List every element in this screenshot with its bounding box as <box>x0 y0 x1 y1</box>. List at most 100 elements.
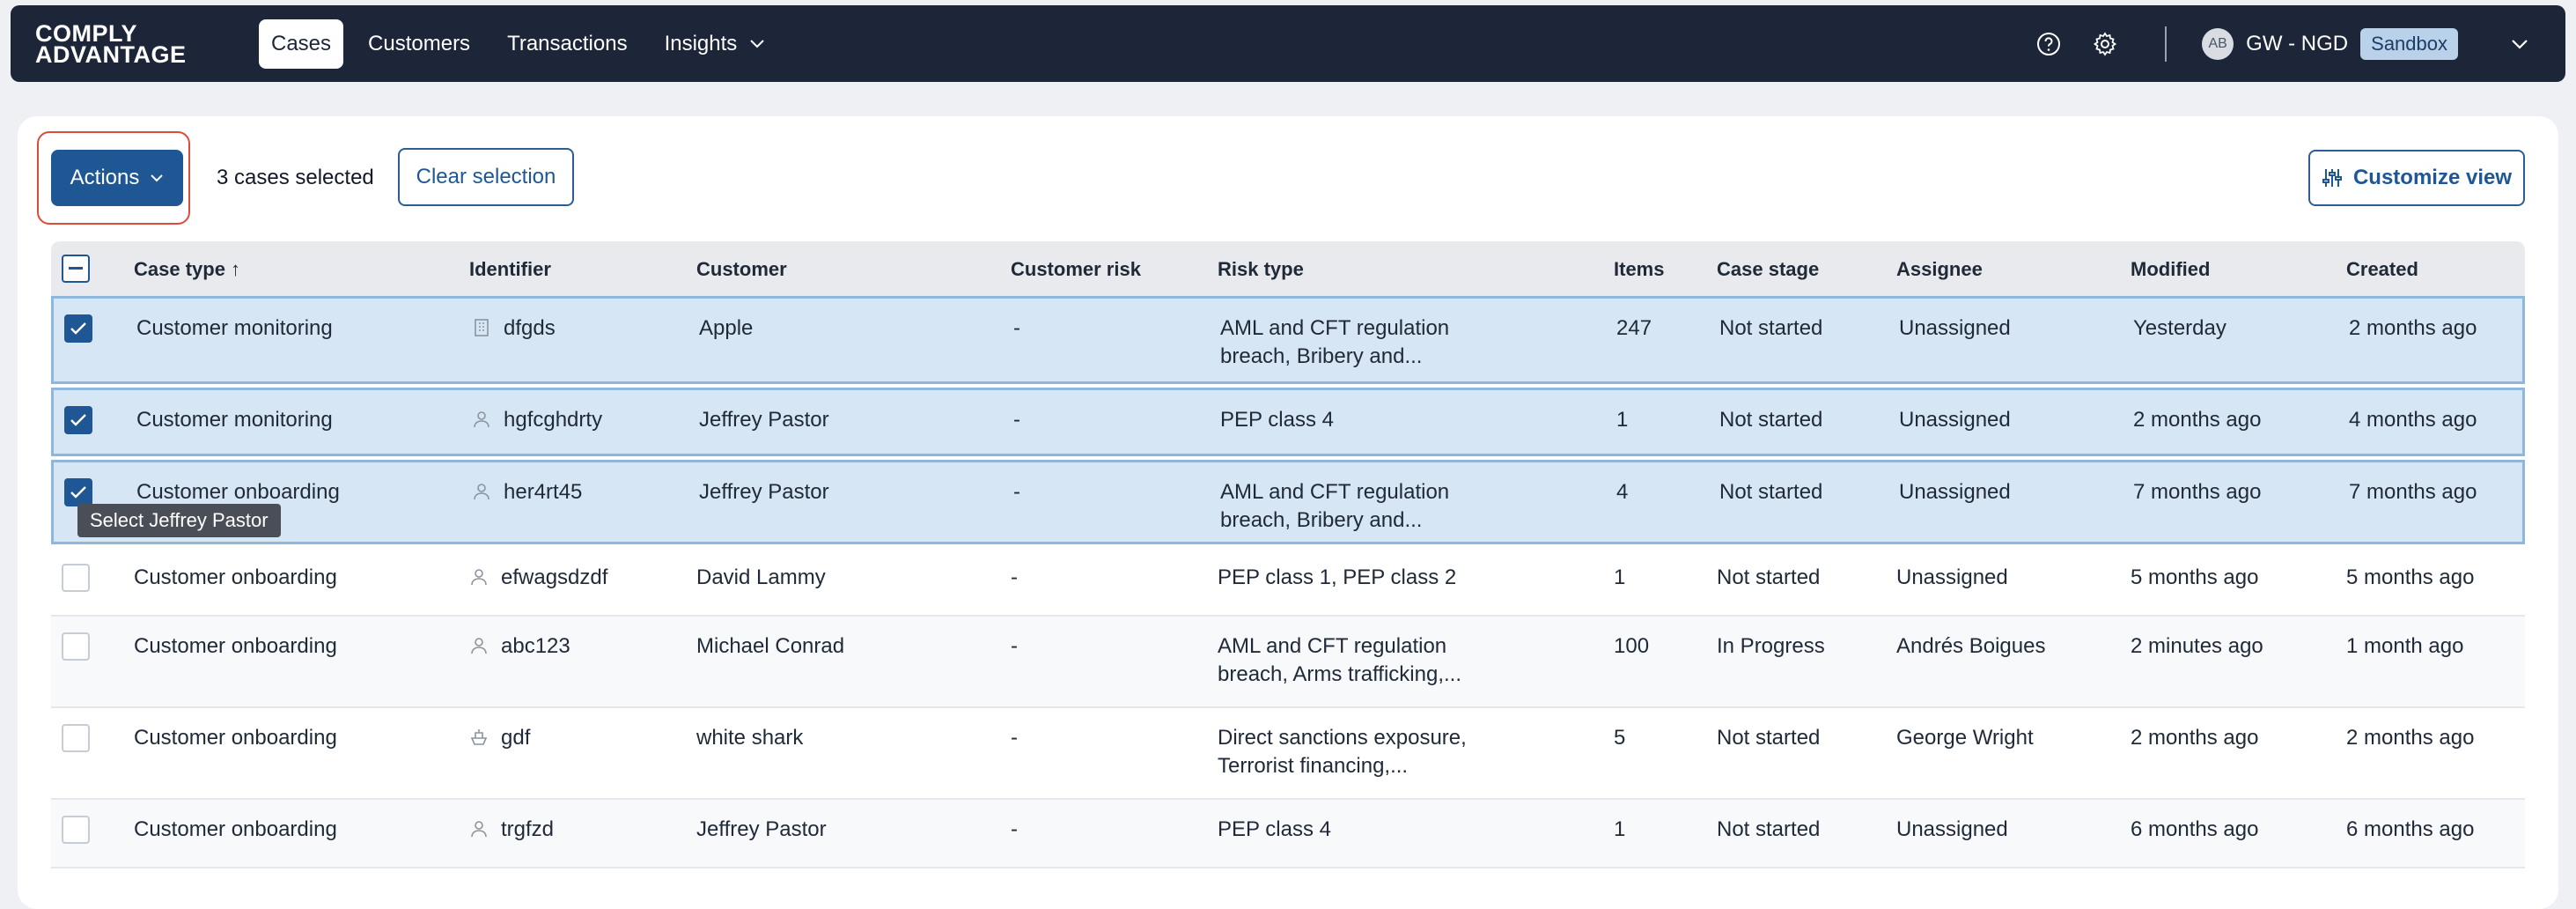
org-name[interactable]: GW - NGD <box>2246 32 2348 56</box>
cell-text: 100 <box>1614 634 1650 658</box>
logo[interactable]: COMPLY ADVANTAGE <box>35 19 229 68</box>
column-header-items[interactable]: Items <box>1614 258 1664 281</box>
cell-risk-type: PEP class 4 <box>1218 816 1473 844</box>
cell-risk: - <box>1011 724 1018 752</box>
table-row[interactable]: Customer monitoring dfgds Apple - AML and CF… <box>51 296 2525 384</box>
table-row[interactable]: Customer onboarding efwagsdzdf David Lammy… <box>51 548 2525 617</box>
column-header-case-type[interactable]: Case type ↑ <box>134 258 240 281</box>
cell-created: 6 months ago <box>2346 816 2474 844</box>
cell-identifier[interactable]: efwagsdzdf <box>469 564 607 592</box>
cell-identifier[interactable]: gdf <box>469 724 530 752</box>
column-header-identifier[interactable]: Identifier <box>469 258 551 281</box>
table-body: Customer monitoring dfgds Apple - AML and CF… <box>51 296 2525 868</box>
row-checkbox[interactable] <box>64 406 92 434</box>
cell-text: 5 months ago <box>2131 565 2259 589</box>
cell-modified: 5 months ago <box>2131 564 2258 592</box>
logo-line-1: COMPLY <box>35 19 138 47</box>
nav-divider <box>2165 26 2168 62</box>
cell-text: 6 months ago <box>2131 817 2259 841</box>
table-row[interactable]: Customer onboarding abc123 Michael Conrad -… <box>51 617 2525 708</box>
cell-risk: - <box>1011 564 1018 592</box>
cell-customer[interactable]: Apple <box>699 314 753 343</box>
cell-text: hgfcghdrty <box>504 408 603 432</box>
cell-risk-type: AML and CFT regulation breach, Bribery a… <box>1220 314 1476 371</box>
cell-identifier[interactable]: hgfcghdrty <box>472 406 602 434</box>
clear-selection-button[interactable]: Clear selection <box>398 148 574 206</box>
cell-text: Not started <box>1719 480 1823 504</box>
cell-text: abc123 <box>501 634 570 658</box>
cell-text: 1 <box>1616 408 1629 432</box>
column-header-created[interactable]: Created <box>2346 258 2418 281</box>
row-checkbox[interactable] <box>64 478 92 506</box>
select-all-checkbox[interactable] <box>62 255 90 283</box>
actions-button-label: Actions <box>70 166 140 189</box>
cell-case-type: Customer onboarding <box>134 632 337 661</box>
nav-tab-insights[interactable]: Insights <box>652 19 778 69</box>
checkmark-icon <box>70 414 86 426</box>
avatar[interactable]: AB <box>2202 27 2234 60</box>
selected-count: 3 cases selected <box>217 166 374 189</box>
gear-icon[interactable] <box>2084 23 2126 65</box>
nav-tab-cases[interactable]: Cases <box>259 18 344 69</box>
nav-tab-customers[interactable]: Customers <box>356 19 482 69</box>
cell-text: 7 months ago <box>2133 480 2262 504</box>
row-checkbox[interactable] <box>62 632 90 661</box>
column-header-case-stage[interactable]: Case stage <box>1717 258 1819 281</box>
cell-case-type: Customer onboarding <box>134 564 337 592</box>
account-menu-chevron-down-icon[interactable] <box>2499 23 2541 65</box>
logo-line-2: ADVANTAGE <box>35 41 187 68</box>
table-row[interactable]: Customer monitoring hgfcghdrty Jeffrey Pas… <box>51 388 2525 456</box>
column-header-assignee[interactable]: Assignee <box>1896 258 1983 281</box>
row-checkbox[interactable] <box>62 724 90 752</box>
cell-items: 1 <box>1616 406 1628 434</box>
row-checkbox[interactable] <box>64 314 92 343</box>
person-icon <box>469 635 489 654</box>
customize-view-button[interactable]: Customize view <box>2308 150 2525 206</box>
table-row[interactable]: Customer onboarding her4rt45 Jeffrey Pasto… <box>51 460 2525 544</box>
cell-text: Customer onboarding <box>134 726 337 750</box>
row-checkbox[interactable] <box>62 564 90 592</box>
column-header-modified[interactable]: Modified <box>2131 258 2210 281</box>
cell-identifier[interactable]: dfgds <box>472 314 556 343</box>
cell-case-type: Customer monitoring <box>136 406 333 434</box>
nav-tab-transactions[interactable]: Transactions <box>495 19 640 69</box>
help-icon[interactable] <box>2028 23 2070 65</box>
table-row[interactable]: Customer onboarding trgfzd Jeffrey Pastor -… <box>51 800 2525 868</box>
cell-risk-type: PEP class 4 <box>1220 406 1476 434</box>
cell-text: dfgds <box>504 316 556 340</box>
selection-toolbar: Actions 3 cases selected Clear selection… <box>18 116 2558 240</box>
actions-button[interactable]: Actions <box>51 150 183 206</box>
cell-text: - <box>1013 480 1020 504</box>
person-icon <box>472 409 491 428</box>
cell-text: 4 <box>1616 480 1629 504</box>
cell-text: 1 <box>1614 817 1626 841</box>
column-header-customer[interactable]: Customer <box>696 258 787 281</box>
cell-text: David Lammy <box>696 565 826 589</box>
cell-text: Unassigned <box>1899 480 2011 504</box>
cell-identifier[interactable]: abc123 <box>469 632 570 661</box>
cell-text: Unassigned <box>1899 408 2011 432</box>
cell-identifier[interactable]: her4rt45 <box>472 478 582 506</box>
cell-text: Customer onboarding <box>134 634 337 658</box>
column-header-customer-risk[interactable]: Customer risk <box>1011 258 1141 281</box>
nav-tab-customers-label: Customers <box>368 31 471 55</box>
cell-text: gdf <box>501 726 531 750</box>
cell-customer[interactable]: Jeffrey Pastor <box>699 406 829 434</box>
cell-customer[interactable]: Michael Conrad <box>696 632 844 661</box>
cell-customer[interactable]: David Lammy <box>696 564 826 592</box>
cell-created: 2 months ago <box>2346 724 2474 752</box>
cell-text: Unassigned <box>1899 316 2011 340</box>
cell-risk: - <box>1013 478 1020 506</box>
nav-links: Cases Customers Transactions Insights <box>259 18 778 69</box>
column-header-risk-type[interactable]: Risk type <box>1218 258 1304 281</box>
table-row[interactable]: Customer onboarding gdf white shark - Direct… <box>51 708 2525 800</box>
cell-customer[interactable]: Jeffrey Pastor <box>696 816 827 844</box>
cell-customer[interactable]: white shark <box>696 724 803 752</box>
cell-customer[interactable]: Jeffrey Pastor <box>699 478 829 506</box>
cell-items: 5 <box>1614 724 1625 752</box>
customize-view-label: Customize view <box>2352 166 2513 189</box>
tooltip: Select Jeffrey Pastor <box>77 504 281 537</box>
cell-identifier[interactable]: trgfzd <box>469 816 554 844</box>
cell-risk: - <box>1013 406 1020 434</box>
row-checkbox[interactable] <box>62 816 90 844</box>
